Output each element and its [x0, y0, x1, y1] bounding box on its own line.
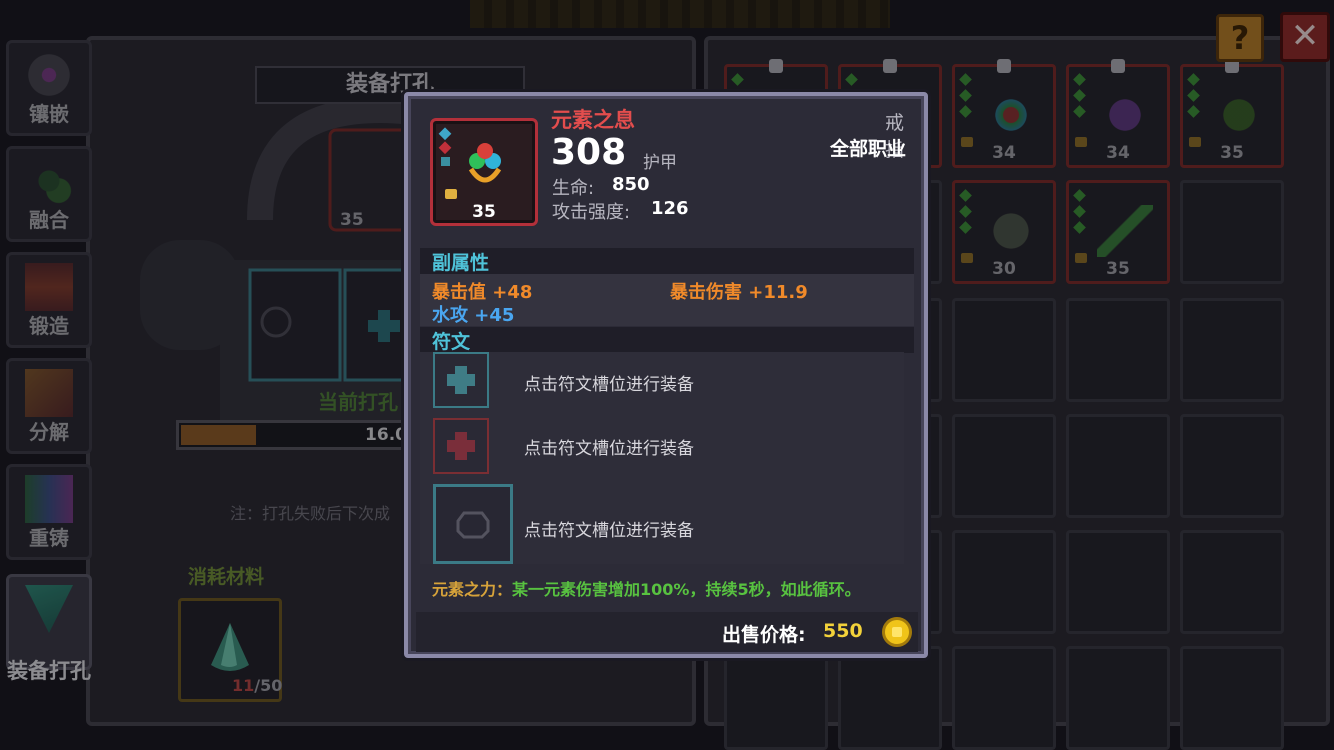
empty-socket-icon [456, 511, 490, 539]
plus-icon [447, 366, 475, 394]
stat-label: 攻击强度: [552, 202, 631, 223]
item-level: 35 [472, 202, 496, 222]
sub-stat: 水攻 +45 [432, 301, 514, 327]
sub-stats-header: 副属性 [420, 248, 914, 274]
gold-coin-icon [882, 617, 912, 647]
stat-value: 126 [651, 198, 689, 219]
effect-desc: 某一元素伤害增加100%，持续5秒，如此循环。 [512, 580, 861, 599]
item-name: 元素之息 [551, 108, 635, 132]
sub-stat-value: +11.9 [748, 282, 808, 303]
price-label: 出售价格: [722, 624, 806, 646]
item-class: 全部职业 [829, 138, 906, 160]
sub-stat-value: +45 [474, 305, 515, 326]
effect-name: 元素之力： [432, 580, 513, 599]
rune-slot[interactable] [433, 352, 489, 408]
rune-slot-hint: 点击符文槽位进行装备 [524, 521, 694, 541]
sub-stats-title: 副属性 [432, 252, 490, 274]
sub-stat-label: 暴击伤害 [670, 282, 742, 303]
stat-value: 850 [612, 174, 650, 195]
sub-stat-value: +48 [492, 282, 533, 303]
price-value: 550 [823, 620, 863, 642]
plus-icon [447, 432, 475, 460]
ring-icon [438, 127, 502, 199]
sub-stat-label: 水攻 [432, 305, 468, 326]
item-main-value: 308 [551, 132, 627, 173]
rune-slot-hint: 点击符文槽位进行装备 [524, 439, 694, 459]
item-main-value-unit: 护甲 [643, 153, 677, 173]
rune-title: 符文 [432, 331, 471, 353]
set-effect: 元素之力：某一元素伤害增加100%，持续5秒，如此循环。 [432, 576, 861, 600]
stat-label: 生命: [552, 178, 595, 199]
sub-stat: 暴击伤害 +11.9 [670, 278, 808, 304]
rune-slot[interactable] [433, 418, 489, 474]
sub-stat-label: 暴击值 [432, 282, 486, 303]
rune-slot-hint: 点击符文槽位进行装备 [524, 375, 694, 395]
rune-header: 符文 [420, 327, 914, 353]
rune-slot-large[interactable] [433, 484, 513, 564]
